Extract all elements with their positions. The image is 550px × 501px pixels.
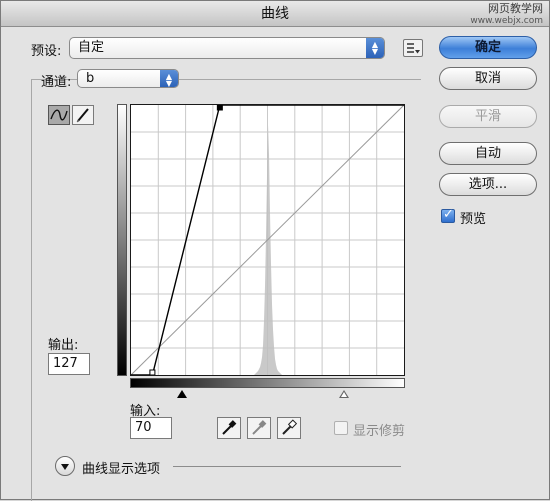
- watermark-line1: 网页教学网: [488, 2, 543, 15]
- input-gradient-bar: [130, 378, 405, 388]
- curves-plot[interactable]: [130, 104, 405, 376]
- title-bar[interactable]: 曲线: [1, 1, 549, 27]
- white-point-slider[interactable]: [339, 390, 349, 398]
- curve-display-options-label[interactable]: 曲线显示选项: [82, 458, 160, 477]
- channel-select[interactable]: b ▲ ▼: [77, 69, 179, 88]
- curves-graph[interactable]: [130, 104, 405, 376]
- white-eyedropper-button[interactable]: [277, 417, 301, 439]
- curve-control-point-upper: [216, 104, 223, 111]
- output-label: 输出:: [48, 338, 79, 353]
- white-eyedropper-icon: [282, 419, 298, 435]
- channel-arrows-icon: ▲ ▼: [160, 70, 178, 88]
- channel-label: 通道:: [41, 75, 72, 90]
- show-clipping-checkbox[interactable]: [334, 421, 348, 435]
- pencil-tool-button[interactable]: [72, 105, 94, 125]
- curves-dialog: 曲线 网页教学网 www.webjx.com 预设: 自定 ▲ ▼ 确定 取消 平…: [0, 0, 550, 501]
- black-eyedropper-icon: [222, 420, 237, 435]
- section-divider: [173, 466, 401, 467]
- ok-button[interactable]: 确定: [439, 36, 537, 59]
- preview-checkbox[interactable]: [441, 207, 455, 223]
- black-point-slider[interactable]: [177, 390, 187, 398]
- channel-value: b: [86, 71, 95, 86]
- preset-select[interactable]: 自定 ▲ ▼: [69, 37, 385, 59]
- auto-button[interactable]: 自动: [439, 142, 537, 165]
- disclosure-triangle-icon[interactable]: [55, 456, 75, 476]
- watermark: 网页教学网 www.webjx.com: [470, 3, 543, 27]
- black-eyedropper-button[interactable]: [217, 417, 241, 439]
- preset-value: 自定: [78, 40, 105, 55]
- output-gradient-bar: [117, 104, 127, 376]
- preset-menu-button[interactable]: [403, 39, 423, 57]
- preset-label: 预设:: [31, 44, 62, 59]
- watermark-line2: www.webjx.com: [470, 16, 543, 26]
- histogram-spike: [254, 125, 283, 375]
- gray-eyedropper-button[interactable]: [247, 417, 271, 439]
- window-title: 曲线: [261, 6, 289, 22]
- select-arrows-icon: ▲ ▼: [366, 38, 384, 58]
- preview-label: 预览: [460, 212, 487, 227]
- gray-eyedropper-icon: [252, 420, 267, 435]
- curve-wave-icon: [50, 109, 68, 121]
- curve-point-tool-button[interactable]: [48, 105, 70, 125]
- input-field[interactable]: 70: [130, 417, 172, 439]
- curve-control-point-lower: [149, 369, 156, 376]
- menu-list-icon: [407, 43, 420, 54]
- show-clipping-label: 显示修剪: [353, 424, 406, 439]
- smooth-button[interactable]: 平滑: [439, 105, 537, 128]
- options-button[interactable]: 选项...: [439, 173, 537, 196]
- pencil-icon: [76, 108, 89, 123]
- cancel-button[interactable]: 取消: [439, 67, 537, 90]
- output-field[interactable]: 127: [48, 353, 90, 375]
